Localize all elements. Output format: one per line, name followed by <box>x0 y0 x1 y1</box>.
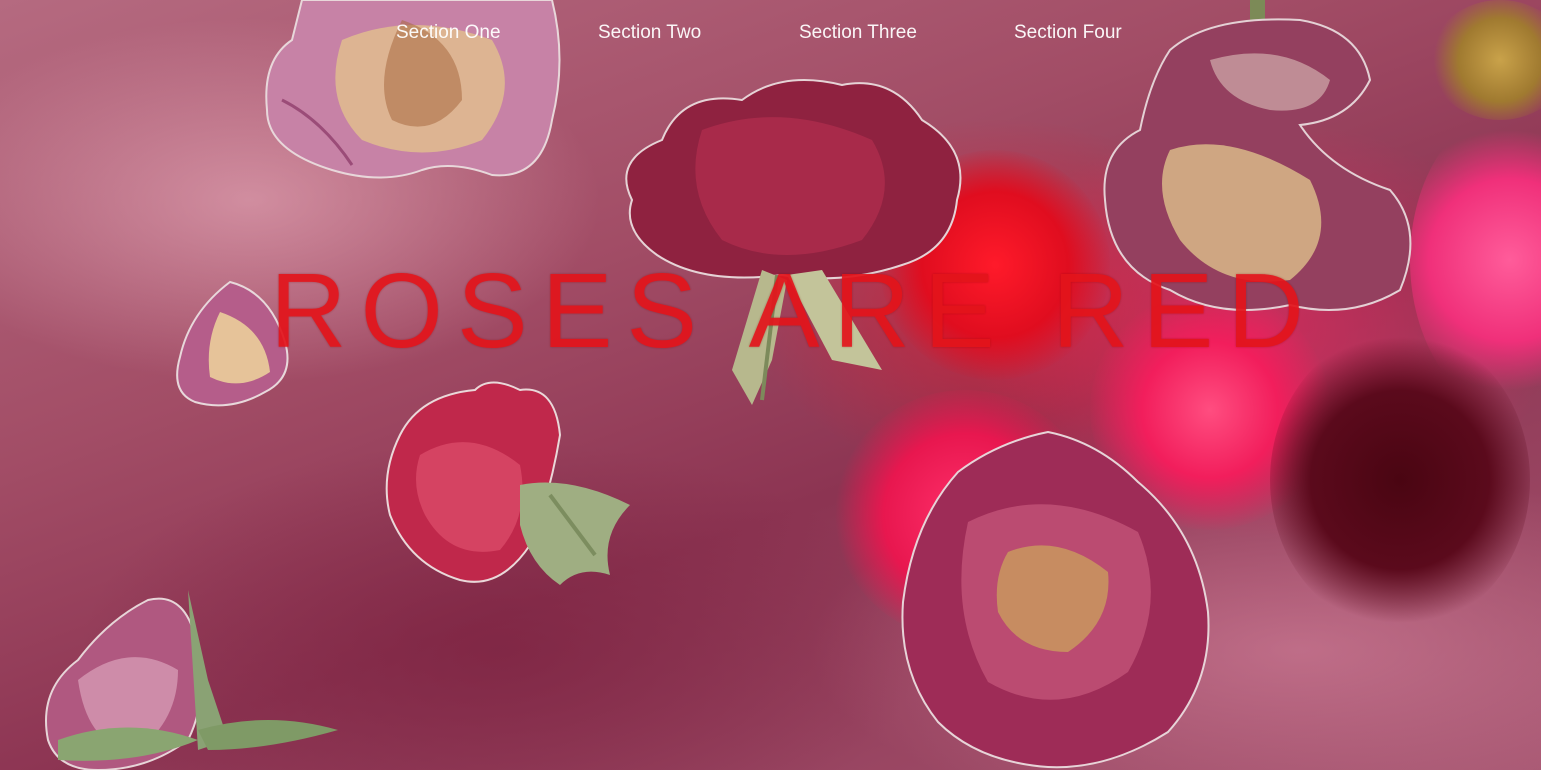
dried-rose-image <box>45 590 338 770</box>
nav-link-section-one[interactable]: Section One <box>396 22 501 44</box>
nav-link-section-four[interactable]: Section Four <box>1014 22 1122 44</box>
background-dark-shadow <box>1270 330 1530 630</box>
nav-link-section-three[interactable]: Section Three <box>799 22 917 44</box>
hero-title: ROSES ARE RED <box>270 252 1318 370</box>
top-navigation: Section One Section Two Section Three Se… <box>0 22 1541 52</box>
background-gold-leaf <box>1430 0 1541 120</box>
page-background: Section One Section Two Section Three Se… <box>0 0 1541 770</box>
dried-rose-image <box>901 430 1210 769</box>
nav-link-section-two[interactable]: Section Two <box>598 22 701 44</box>
dried-rose-image <box>385 381 630 585</box>
